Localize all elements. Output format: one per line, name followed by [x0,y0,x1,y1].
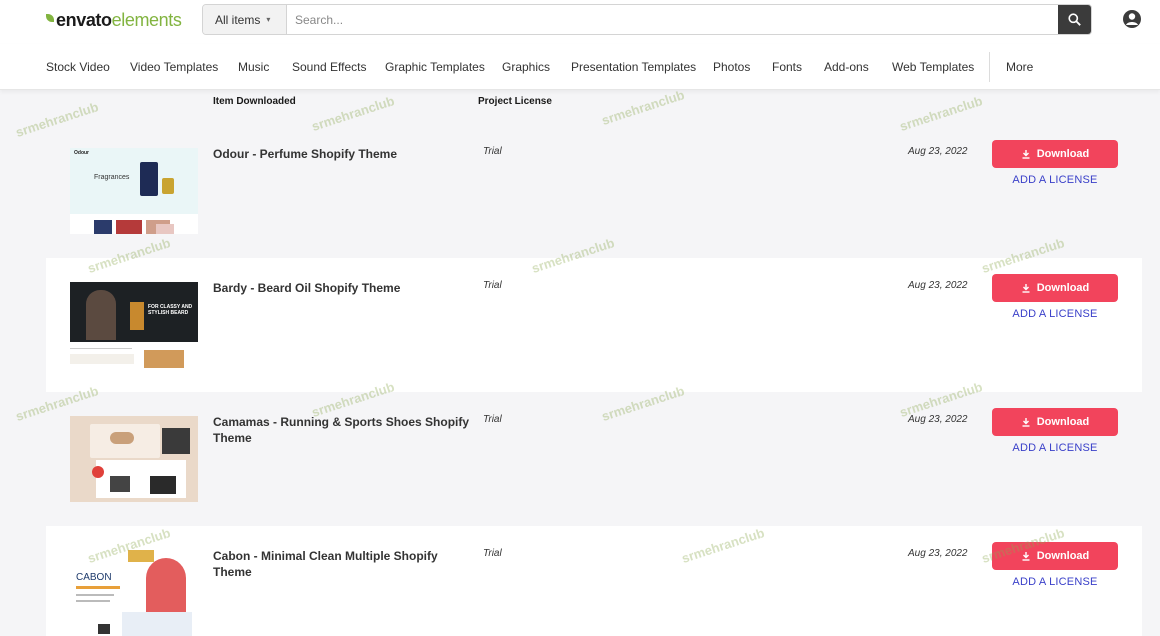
top-bar: envatoelements All items ▾ [0,0,1160,44]
account-icon[interactable] [1122,9,1142,29]
nav-sound-effects[interactable]: Sound Effects [292,60,367,74]
item-thumbnail[interactable]: CABON [70,550,198,636]
item-thumbnail[interactable] [70,416,198,502]
nav-web-templates[interactable]: Web Templates [892,60,974,74]
nav-photos[interactable]: Photos [713,60,750,74]
item-title[interactable]: Odour - Perfume Shopify Theme [213,146,478,162]
nav-divider [989,52,990,82]
column-header-license: Project License [478,96,552,107]
license-type: Trial [483,548,502,559]
download-icon [1022,150,1030,159]
nav-presentation-templates[interactable]: Presentation Templates [571,60,696,74]
license-type: Trial [483,146,502,157]
add-license-link[interactable]: ADD A LICENSE [992,174,1118,186]
item-title[interactable]: Camamas - Running & Sports Shoes Shopify… [213,414,478,446]
item-thumbnail[interactable]: Odour Fragrances [70,148,198,234]
download-icon [1022,552,1030,561]
table-row: Odour Fragrances Odour - Perfume Shopify… [46,124,1142,258]
license-type: Trial [483,414,502,425]
add-license-link[interactable]: ADD A LICENSE [992,308,1118,320]
nav-music[interactable]: Music [238,60,269,74]
download-date: Aug 23, 2022 [908,146,968,157]
download-button[interactable]: Download [992,274,1118,302]
add-license-link[interactable]: ADD A LICENSE [992,576,1118,588]
nav-more[interactable]: More [1006,60,1033,74]
envato-elements-logo[interactable]: envatoelements [46,9,182,31]
nav-stock-video[interactable]: Stock Video [46,60,110,74]
search-icon [1068,13,1081,26]
search-button[interactable] [1058,5,1091,34]
nav-add-ons[interactable]: Add-ons [824,60,869,74]
item-thumbnail[interactable]: FOR CLASSY AND STYLISH BEARD [70,282,198,368]
item-title[interactable]: Cabon - Minimal Clean Multiple Shopify T… [213,548,478,580]
table-row: Camamas - Running & Sports Shoes Shopify… [46,392,1142,526]
nav-graphics[interactable]: Graphics [502,60,550,74]
leaf-icon [46,14,54,22]
category-nav: Stock Video Video Templates Music Sound … [0,44,1160,90]
add-license-link[interactable]: ADD A LICENSE [992,442,1118,454]
search-bar: All items ▾ [202,4,1092,35]
nav-video-templates[interactable]: Video Templates [130,60,218,74]
download-button[interactable]: Download [992,408,1118,436]
download-icon [1022,418,1030,427]
table-row: CABON Cabon - Minimal Clean Multiple Sho… [46,526,1142,636]
download-icon [1022,284,1030,293]
nav-graphic-templates[interactable]: Graphic Templates [385,60,485,74]
download-button[interactable]: Download [992,542,1118,570]
download-button[interactable]: Download [992,140,1118,168]
nav-fonts[interactable]: Fonts [772,60,802,74]
download-date: Aug 23, 2022 [908,414,968,425]
category-select[interactable]: All items ▾ [203,5,287,34]
license-type: Trial [483,280,502,291]
download-date: Aug 23, 2022 [908,280,968,291]
search-input[interactable] [287,5,1058,34]
column-header-item: Item Downloaded [213,96,296,107]
chevron-down-icon: ▾ [266,15,271,24]
watermark: srmehranclub [599,87,687,128]
download-date: Aug 23, 2022 [908,548,968,559]
item-title[interactable]: Bardy - Beard Oil Shopify Theme [213,280,478,296]
table-row: FOR CLASSY AND STYLISH BEARD Bardy - Bea… [46,258,1142,392]
